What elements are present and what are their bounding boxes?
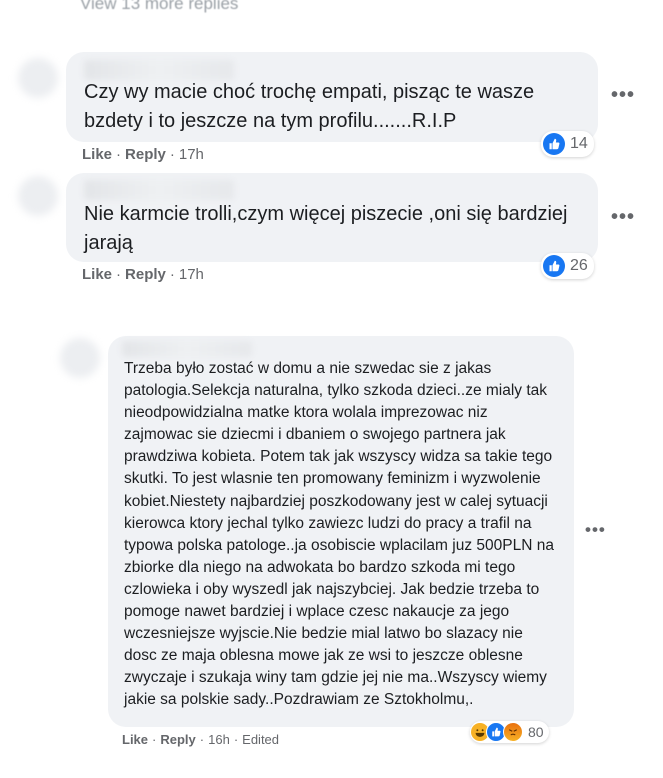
comment-text: Czy wy macie choć trochę empati, pisząc … <box>84 81 535 132</box>
more-options-icon[interactable]: ••• <box>611 84 635 107</box>
comment-actions: Like · Reply · 16h · Edited <box>122 732 280 747</box>
reaction-count: 14 <box>570 135 588 152</box>
like-link[interactable]: Like <box>82 146 112 163</box>
avatar[interactable] <box>18 176 58 216</box>
reply-link[interactable]: Reply <box>125 146 166 163</box>
like-link[interactable]: Like <box>82 266 112 283</box>
comment-text: Nie karmcie trolli,czym więcej piszecie … <box>84 203 568 254</box>
edited-label: Edited <box>242 732 280 747</box>
like-link[interactable]: Like <box>122 732 148 747</box>
avatar[interactable] <box>60 338 100 378</box>
more-options-icon[interactable]: ••• <box>585 520 606 540</box>
like-icon <box>543 255 565 277</box>
comment-actions: Like · Reply · 17h <box>82 266 204 283</box>
reaction-count: 80 <box>528 724 544 740</box>
reply-link[interactable]: Reply <box>160 732 195 747</box>
comment-bubble-3: Trzeba było zostać w domu a nie szwedac … <box>108 336 574 727</box>
commenter-name[interactable] <box>122 341 252 357</box>
view-more-replies-link[interactable]: View 13 more replies <box>80 0 238 14</box>
timestamp[interactable]: 17h <box>179 146 204 163</box>
reaction-summary[interactable]: 14 <box>541 131 594 157</box>
reply-link[interactable]: Reply <box>125 266 166 283</box>
reaction-summary[interactable]: 80 <box>470 721 549 743</box>
reaction-count: 26 <box>570 257 588 274</box>
comment-actions: Like · Reply · 17h <box>82 146 204 163</box>
timestamp[interactable]: 17h <box>179 266 204 283</box>
angry-icon <box>503 722 523 742</box>
comment-text: Trzeba było zostać w domu a nie szwedac … <box>124 360 554 709</box>
commenter-name[interactable] <box>84 180 234 200</box>
timestamp[interactable]: 16h <box>208 732 230 747</box>
reaction-summary[interactable]: 26 <box>541 253 594 279</box>
avatar[interactable] <box>18 58 58 98</box>
more-options-icon[interactable]: ••• <box>611 206 635 229</box>
like-icon <box>543 133 565 155</box>
commenter-name[interactable] <box>84 60 234 80</box>
